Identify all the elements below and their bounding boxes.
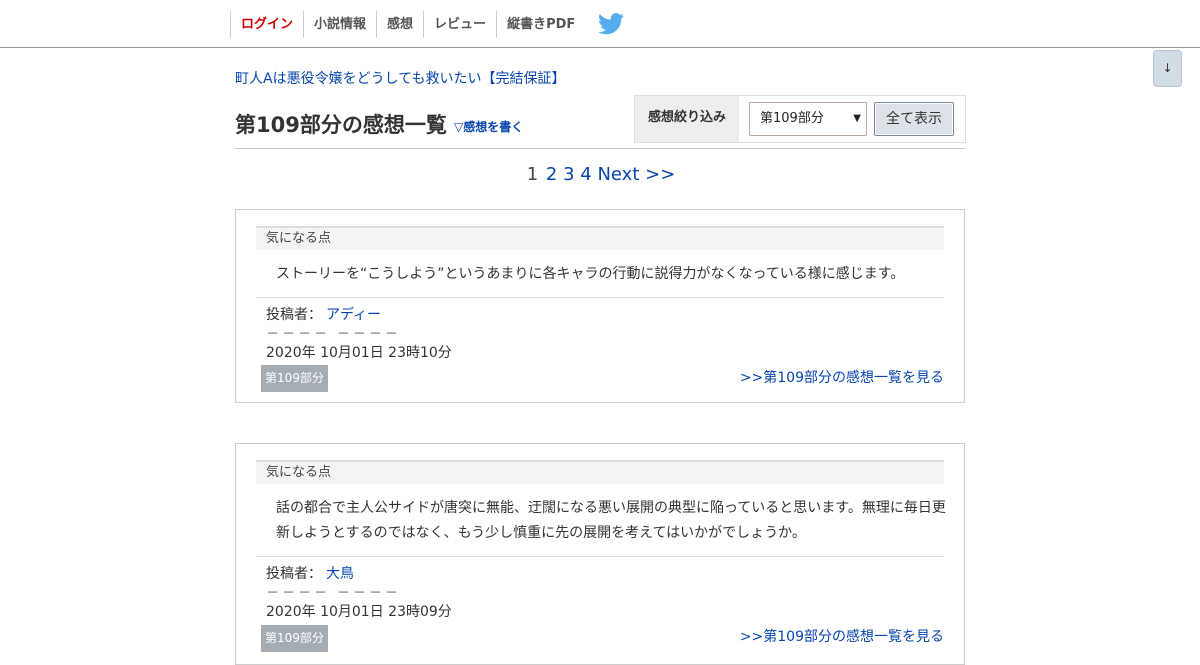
comment-body: ストーリーを“こうしよう”というあまりに各キャラの行動に説得力がなくなっている様…	[276, 266, 905, 282]
comment-date: 2020年 10月01日 23時10分	[266, 345, 452, 361]
write-impression-link[interactable]: ▽感想を書く	[454, 118, 523, 135]
twitter-icon[interactable]	[598, 13, 626, 37]
nav-vertical-pdf[interactable]: 縦書きPDF	[496, 11, 585, 38]
dropdown-arrow-icon: ▼	[853, 113, 861, 124]
nav-impressions[interactable]: 感想	[376, 11, 423, 38]
author-label: 投稿者：	[266, 566, 322, 582]
nav-novel-info[interactable]: 小説情報	[303, 11, 376, 38]
comment-dashes: －－－－ －－－－	[266, 327, 402, 342]
comment-card: 気になる点 ストーリーを“こうしよう”というあまりに各キャラの行動に説得力がなく…	[235, 209, 965, 403]
show-all-button[interactable]: 全て表示	[874, 102, 954, 136]
page-link-4[interactable]: 4	[580, 164, 591, 185]
top-navigation: ログイン 小説情報 感想 レビュー 縦書きPDF	[0, 0, 1200, 48]
nav-review[interactable]: レビュー	[423, 11, 496, 38]
comment-dashes: －－－－ －－－－	[266, 586, 402, 601]
comment-divider	[256, 556, 944, 557]
filter-label: 感想絞り込み	[635, 96, 739, 142]
impression-filter: 感想絞り込み 第109部分 ▼ 全て表示	[634, 95, 966, 143]
twitter-bird-icon	[598, 13, 624, 35]
pagination: 1 2 3 4 Next >>	[0, 164, 1200, 185]
author-label: 投稿者：	[266, 307, 322, 323]
page-current: 1	[526, 164, 539, 185]
page-title: 第109部分の感想一覧	[235, 113, 447, 137]
page-next[interactable]: Next >>	[597, 164, 675, 185]
scroll-down-button[interactable]: ↓	[1153, 50, 1182, 87]
comment-section-label: 気になる点	[256, 226, 944, 250]
page-link-2[interactable]: 2	[546, 164, 557, 185]
comment-author-row: 投稿者： 大鳥	[266, 563, 354, 583]
comment-body: 話の都合で主人公サイドが唐突に無能、迂闊になる悪い展開の典型に陥っていると思いま…	[276, 500, 946, 541]
author-link[interactable]: アディー	[326, 307, 381, 323]
part-select[interactable]: 第109部分 ▼	[749, 102, 867, 136]
view-part-impressions-link[interactable]: >>第109部分の感想一覧を見る	[740, 367, 944, 387]
comment-card: 気になる点 話の都合で主人公サイドが唐突に無能、迂闊になる悪い展開の典型に陥って…	[235, 443, 965, 665]
nav-list: ログイン 小説情報 感想 レビュー 縦書きPDF	[230, 11, 585, 38]
part-select-value: 第109部分	[760, 111, 824, 126]
page-header: 第109部分の感想一覧 ▽感想を書く 感想絞り込み 第109部分 ▼ 全て表示	[235, 95, 966, 149]
view-part-impressions-link[interactable]: >>第109部分の感想一覧を見る	[740, 626, 944, 646]
part-badge[interactable]: 第109部分	[261, 625, 328, 652]
comment-section-label: 気になる点	[256, 460, 944, 484]
author-link[interactable]: 大鳥	[326, 566, 354, 582]
page-link-3[interactable]: 3	[563, 164, 574, 185]
nav-login[interactable]: ログイン	[230, 11, 303, 38]
novel-title-link[interactable]: 町人Aは悪役令嬢をどうしても救いたい【完結保証】	[235, 68, 565, 88]
part-badge[interactable]: 第109部分	[261, 365, 328, 392]
comment-divider	[256, 297, 944, 298]
comment-author-row: 投稿者： アディー	[266, 304, 381, 324]
comment-date: 2020年 10月01日 23時09分	[266, 604, 452, 620]
